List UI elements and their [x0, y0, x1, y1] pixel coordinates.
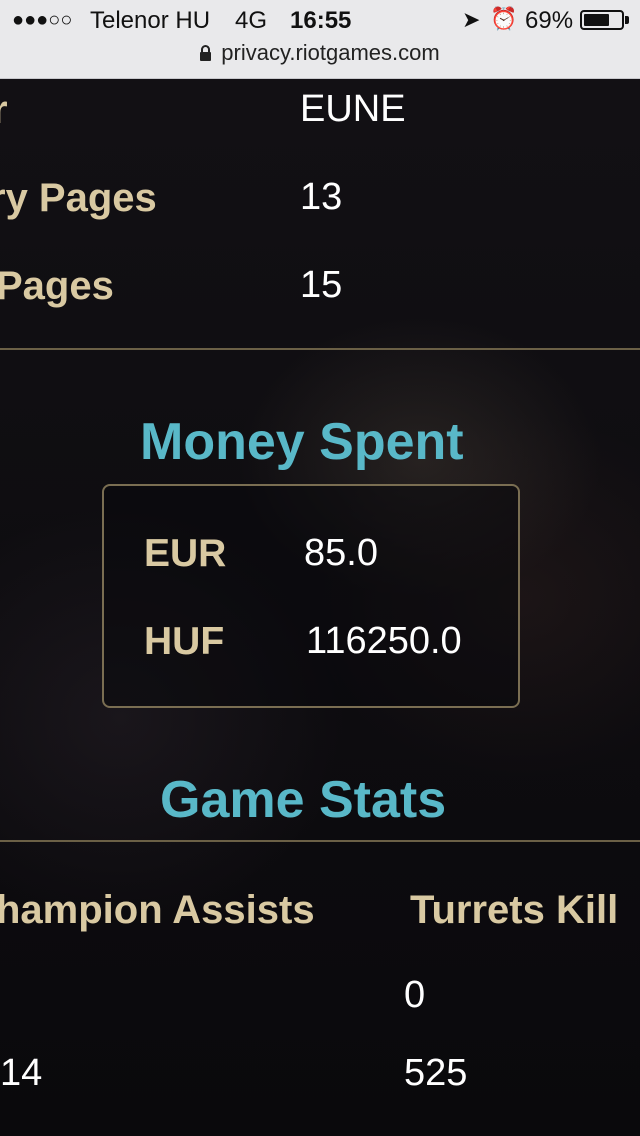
money-spent-heading: Money Spent	[140, 413, 464, 471]
clock: 16:55	[290, 7, 352, 34]
status-bar: ●●●○○ Telenor HU 4G 16:55 ➤ ⏰ 69% privac…	[0, 0, 640, 78]
section-divider	[0, 348, 640, 350]
url-bar[interactable]: privacy.riotgames.com	[0, 40, 640, 72]
info-label-region: r	[0, 88, 8, 133]
game-stats-divider	[0, 840, 640, 842]
carrier-name: Telenor HU	[90, 7, 211, 34]
info-value-mastery-pages: 13	[300, 176, 343, 218]
info-label-rune-pages: Pages	[0, 264, 114, 308]
url-text[interactable]: privacy.riotgames.com	[221, 40, 439, 65]
amount-huf: 116250.0	[306, 620, 462, 662]
info-label-mastery-pages: ry Pages	[0, 176, 157, 220]
network-type: 4G	[235, 7, 268, 34]
amount-eur: 85.0	[304, 532, 378, 574]
column-header-champion-assists: hampion Assists	[0, 888, 315, 932]
column-header-turrets-killed: Turrets Kill	[410, 888, 619, 932]
info-value-rune-pages: 15	[300, 264, 343, 306]
table-cell: 525	[404, 1052, 468, 1094]
lock-icon	[200, 45, 212, 61]
location-arrow-icon: ➤	[462, 7, 481, 32]
table-cell: 14	[0, 1052, 43, 1094]
battery-level-fill	[584, 14, 609, 26]
alarm-clock-icon: ⏰	[490, 6, 518, 31]
signal-strength-icon: ●●●○○	[12, 9, 73, 31]
currency-label-huf: HUF	[144, 620, 225, 663]
battery-percent: 69%	[525, 7, 574, 34]
battery-cap	[625, 16, 629, 24]
game-stats-heading: Game Stats	[160, 771, 447, 829]
status-row: ●●●○○ Telenor HU 4G 16:55 ➤ ⏰ 69%	[0, 0, 640, 40]
money-spent-table: EUR 85.0 HUF 116250.0	[102, 484, 520, 708]
battery-icon	[580, 10, 624, 30]
page-content: r EUNE ry Pages 13 Pages 15 Money Spent …	[0, 78, 640, 1136]
table-cell: 0	[404, 974, 426, 1016]
info-value-region: EUNE	[300, 88, 406, 130]
currency-label-eur: EUR	[144, 532, 227, 575]
